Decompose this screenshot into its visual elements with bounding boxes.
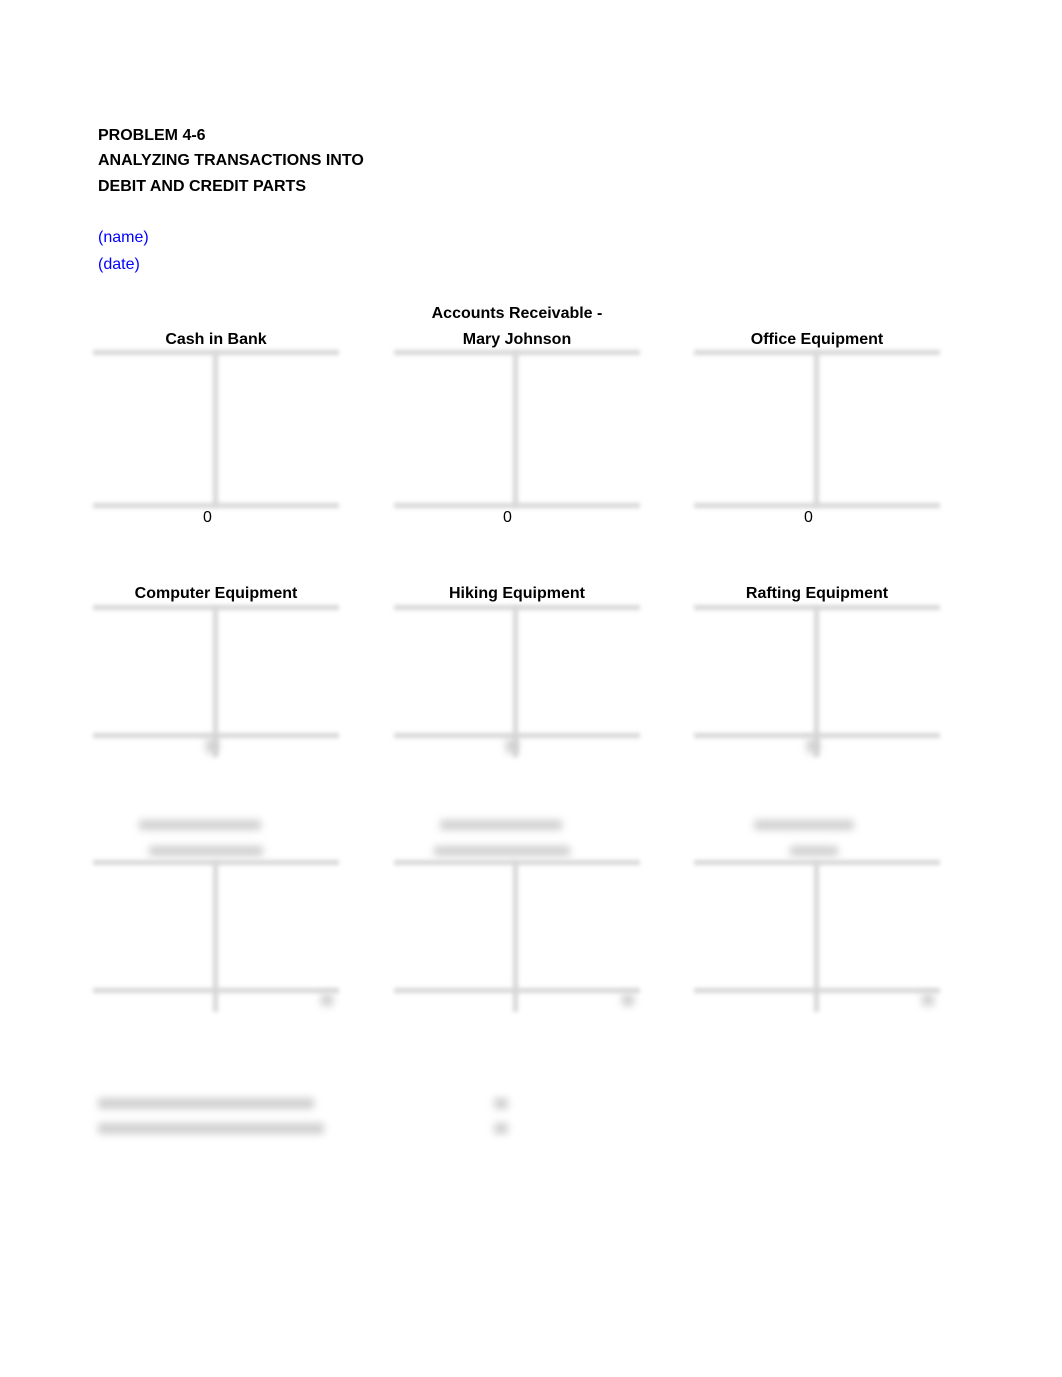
blurred-total-label-1 bbox=[98, 1098, 314, 1109]
problem-title-line2: DEBIT AND CREDIT PARTS bbox=[98, 178, 306, 195]
blurred-total-value-1 bbox=[494, 1098, 508, 1109]
t-account-bottom-line bbox=[93, 988, 339, 993]
t-account-bottom-line bbox=[694, 503, 940, 508]
account-title: Office Equipment bbox=[750, 331, 884, 348]
t-account-bottom-line bbox=[394, 988, 640, 993]
blurred-balance bbox=[321, 994, 333, 1006]
blurred-title-line2 bbox=[149, 846, 263, 856]
blurred-title-line1 bbox=[139, 820, 261, 830]
t-account-bottom-line bbox=[394, 503, 640, 508]
t-account-bottom-line bbox=[694, 733, 940, 738]
t-account-bottom-line bbox=[694, 988, 940, 993]
blurred-title-line2 bbox=[434, 846, 570, 856]
account-balance: 0 bbox=[804, 509, 813, 526]
problem-title-line1: ANALYZING TRANSACTIONS INTO bbox=[98, 152, 364, 169]
t-account-divider bbox=[814, 352, 819, 506]
account-title: Rafting Equipment bbox=[745, 585, 889, 602]
blurred-total-value-2 bbox=[494, 1123, 508, 1134]
blurred-total-label-2 bbox=[98, 1123, 324, 1134]
account-title: Computer Equipment bbox=[134, 585, 298, 602]
account-balance: 0 bbox=[203, 509, 212, 526]
t-account-divider bbox=[213, 352, 218, 506]
blurred-title-line1 bbox=[754, 820, 854, 830]
date-field[interactable]: (date) bbox=[98, 255, 140, 275]
name-field[interactable]: (name) bbox=[98, 228, 149, 248]
blurred-balance bbox=[922, 994, 934, 1006]
blurred-title-line2 bbox=[790, 846, 838, 856]
blurred-balance bbox=[506, 739, 518, 753]
t-account-bottom-line bbox=[394, 733, 640, 738]
account-title: Hiking Equipment bbox=[449, 585, 585, 602]
account-title-line1: Accounts Receivable - bbox=[431, 305, 603, 322]
problem-number: PROBLEM 4-6 bbox=[98, 127, 206, 144]
account-balance: 0 bbox=[503, 509, 512, 526]
account-title-line2: Mary Johnson bbox=[462, 331, 572, 348]
blurred-balance bbox=[206, 739, 218, 753]
t-account-divider bbox=[513, 352, 518, 506]
blurred-balance bbox=[807, 739, 819, 753]
blurred-balance bbox=[622, 994, 634, 1006]
t-account-bottom-line bbox=[93, 733, 339, 738]
blurred-title-line1 bbox=[440, 820, 562, 830]
account-title: Cash in Bank bbox=[165, 331, 267, 348]
t-account-bottom-line bbox=[93, 503, 339, 508]
